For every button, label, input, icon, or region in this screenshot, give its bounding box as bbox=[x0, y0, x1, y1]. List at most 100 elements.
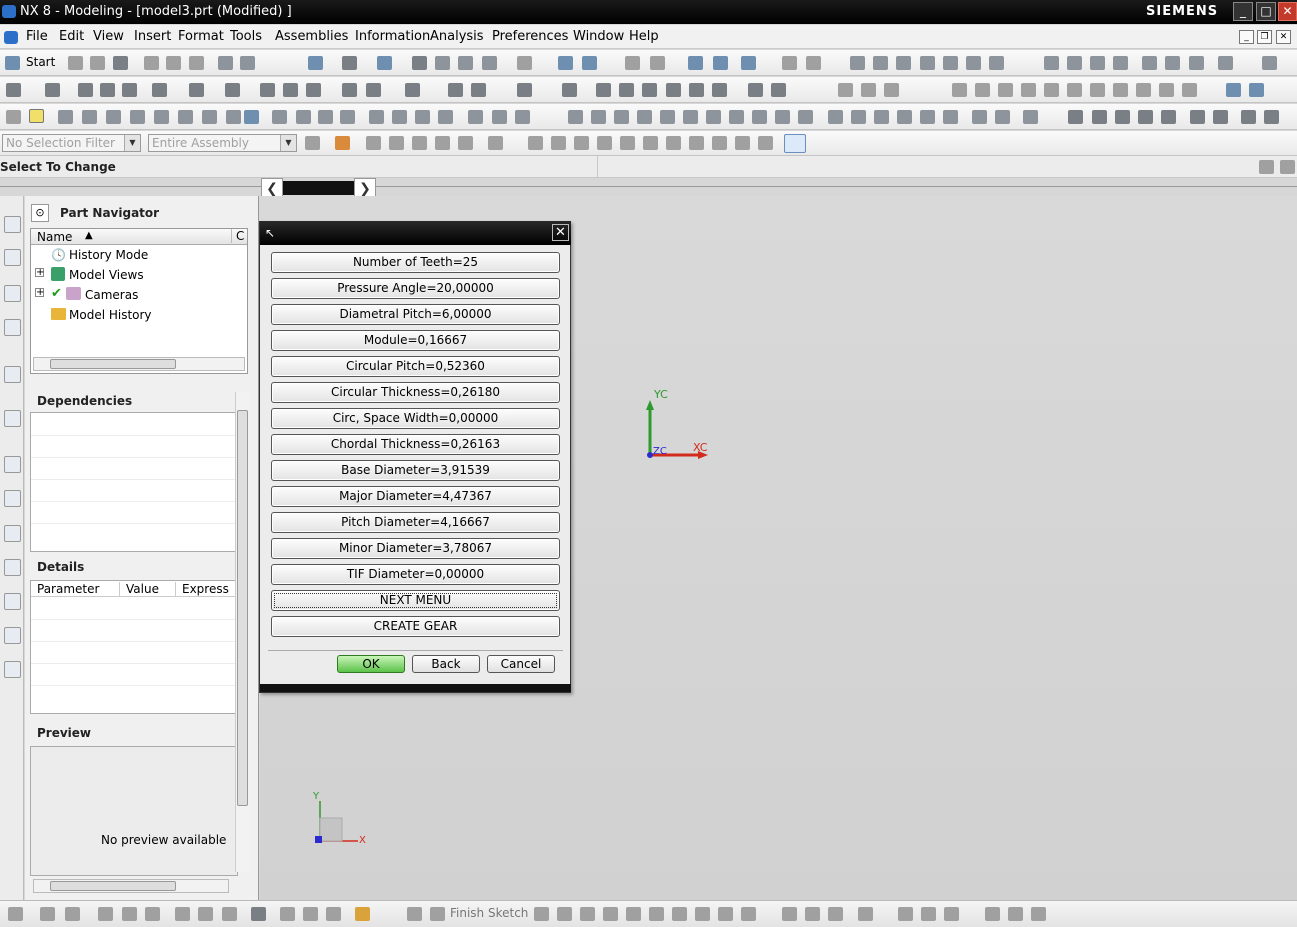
background-icon[interactable] bbox=[517, 56, 532, 70]
sk6-icon[interactable] bbox=[145, 907, 160, 921]
tree-horizontal-scrollbar[interactable] bbox=[33, 357, 245, 371]
surface12-icon[interactable] bbox=[1142, 56, 1157, 70]
dfa-icon[interactable] bbox=[1138, 110, 1153, 124]
selection-filter-dropdown[interactable]: No Selection Filter ▼ bbox=[2, 134, 141, 152]
active-tab[interactable] bbox=[283, 181, 355, 195]
number-of-teeth-button[interactable]: Number of Teeth=25 bbox=[271, 252, 560, 273]
surface13-icon[interactable] bbox=[1165, 56, 1180, 70]
pattern-icon[interactable] bbox=[642, 83, 657, 97]
trim2-icon[interactable] bbox=[296, 110, 311, 124]
hole-icon[interactable] bbox=[152, 83, 167, 97]
edit3-icon[interactable] bbox=[614, 110, 629, 124]
sk-update-icon[interactable] bbox=[1031, 907, 1046, 921]
sk-spline-icon[interactable] bbox=[718, 907, 733, 921]
diametral-pitch-button[interactable]: Diametral Pitch=6,00000 bbox=[271, 304, 560, 325]
sk2-icon[interactable] bbox=[40, 907, 55, 921]
snap11-icon[interactable] bbox=[758, 136, 773, 150]
pressure-angle-button[interactable]: Pressure Angle=20,00000 bbox=[271, 278, 560, 299]
navigator-vertical-scrollbar[interactable] bbox=[235, 392, 249, 872]
curve12-icon[interactable] bbox=[1136, 83, 1151, 97]
thicken-icon[interactable] bbox=[748, 83, 763, 97]
surface3-icon[interactable] bbox=[896, 56, 911, 70]
sk-view-icon[interactable] bbox=[985, 907, 1000, 921]
expand-icon[interactable]: + bbox=[35, 268, 44, 278]
extend-icon[interactable] bbox=[318, 110, 333, 124]
project-icon[interactable] bbox=[369, 110, 384, 124]
rect-icon[interactable] bbox=[244, 110, 259, 124]
extrude-icon[interactable] bbox=[45, 83, 60, 97]
save-icon[interactable] bbox=[113, 56, 128, 70]
edit8-icon[interactable] bbox=[729, 110, 744, 124]
curve4-icon[interactable] bbox=[952, 83, 967, 97]
join-icon[interactable] bbox=[415, 110, 430, 124]
sk-orient-icon[interactable] bbox=[1008, 907, 1023, 921]
sk-corner-icon[interactable] bbox=[828, 907, 843, 921]
shaded-icon[interactable] bbox=[412, 56, 427, 70]
curve10-icon[interactable] bbox=[1090, 83, 1105, 97]
status-grid-icon[interactable] bbox=[1259, 160, 1274, 174]
document-icon[interactable] bbox=[4, 31, 18, 44]
surface4-icon[interactable] bbox=[920, 56, 935, 70]
edit10-icon[interactable] bbox=[775, 110, 790, 124]
sk1-icon[interactable] bbox=[8, 907, 23, 921]
sk-extend-icon[interactable] bbox=[805, 907, 820, 921]
surface16-icon[interactable] bbox=[1262, 56, 1277, 70]
conic-icon[interactable] bbox=[202, 110, 217, 124]
edit16-icon[interactable] bbox=[920, 110, 935, 124]
scale-icon[interactable] bbox=[712, 83, 727, 97]
finish-sketch-icon[interactable] bbox=[430, 907, 445, 921]
pin-icon[interactable]: ⊙ bbox=[31, 204, 49, 222]
sk10-icon[interactable] bbox=[251, 907, 266, 921]
paste-icon[interactable] bbox=[189, 56, 204, 70]
surface5-icon[interactable] bbox=[943, 56, 958, 70]
menu-edit[interactable]: Edit bbox=[59, 29, 84, 44]
menu-view[interactable]: View bbox=[93, 29, 124, 44]
part-navigator-icon[interactable] bbox=[4, 285, 21, 302]
sk3-icon[interactable] bbox=[65, 907, 80, 921]
sheet-icon[interactable] bbox=[6, 110, 21, 124]
rect-select-icon[interactable] bbox=[488, 136, 503, 150]
pocket-icon[interactable] bbox=[225, 83, 240, 97]
sk-arc-icon[interactable] bbox=[580, 907, 595, 921]
table-icon[interactable] bbox=[1068, 110, 1083, 124]
sketch-icon[interactable] bbox=[6, 83, 21, 97]
color-icon[interactable] bbox=[1226, 83, 1241, 97]
tool4-icon[interactable] bbox=[1264, 110, 1279, 124]
tree-item-cameras[interactable]: + ✔ Cameras bbox=[31, 285, 231, 305]
surface14-icon[interactable] bbox=[1189, 56, 1204, 70]
draft-icon[interactable] bbox=[806, 56, 821, 70]
mirror-icon[interactable] bbox=[666, 83, 681, 97]
ellipse-icon[interactable] bbox=[178, 110, 193, 124]
menu-help[interactable]: Help bbox=[629, 29, 659, 44]
sk-dim-icon[interactable] bbox=[898, 907, 913, 921]
sel4-icon[interactable] bbox=[435, 136, 450, 150]
profile-icon[interactable] bbox=[534, 907, 549, 921]
corner-icon[interactable] bbox=[340, 110, 355, 124]
scrollbar-thumb[interactable] bbox=[50, 881, 176, 891]
surface1-icon[interactable] bbox=[850, 56, 865, 70]
split-icon[interactable] bbox=[619, 83, 634, 97]
snap6-icon[interactable] bbox=[643, 136, 658, 150]
cut-icon[interactable] bbox=[144, 56, 159, 70]
sk-offset-icon[interactable] bbox=[858, 907, 873, 921]
snap8-icon[interactable] bbox=[689, 136, 704, 150]
assembly-navigator-icon[interactable] bbox=[4, 216, 21, 233]
line-icon[interactable] bbox=[58, 110, 73, 124]
doc-restore-icon[interactable]: ❐ bbox=[1257, 30, 1272, 44]
column-name[interactable]: Name bbox=[37, 230, 72, 244]
surface15-icon[interactable] bbox=[1218, 56, 1233, 70]
sk-point-icon[interactable] bbox=[741, 907, 756, 921]
filter-icon[interactable] bbox=[305, 136, 320, 150]
snap-point-icon[interactable] bbox=[335, 136, 350, 150]
shell-icon[interactable] bbox=[517, 83, 532, 97]
move-wcs-icon[interactable] bbox=[582, 56, 597, 70]
system-materials-icon[interactable] bbox=[4, 593, 21, 610]
subtract-icon[interactable] bbox=[366, 83, 381, 97]
surface6-icon[interactable] bbox=[966, 56, 981, 70]
snap-icon[interactable] bbox=[741, 56, 756, 70]
circular-pitch-button[interactable]: Circular Pitch=0,52360 bbox=[271, 356, 560, 377]
spring-icon[interactable] bbox=[1115, 110, 1130, 124]
module-button[interactable]: Module=0,16667 bbox=[271, 330, 560, 351]
sk13-icon[interactable] bbox=[326, 907, 341, 921]
sk-fillet-icon[interactable] bbox=[626, 907, 641, 921]
